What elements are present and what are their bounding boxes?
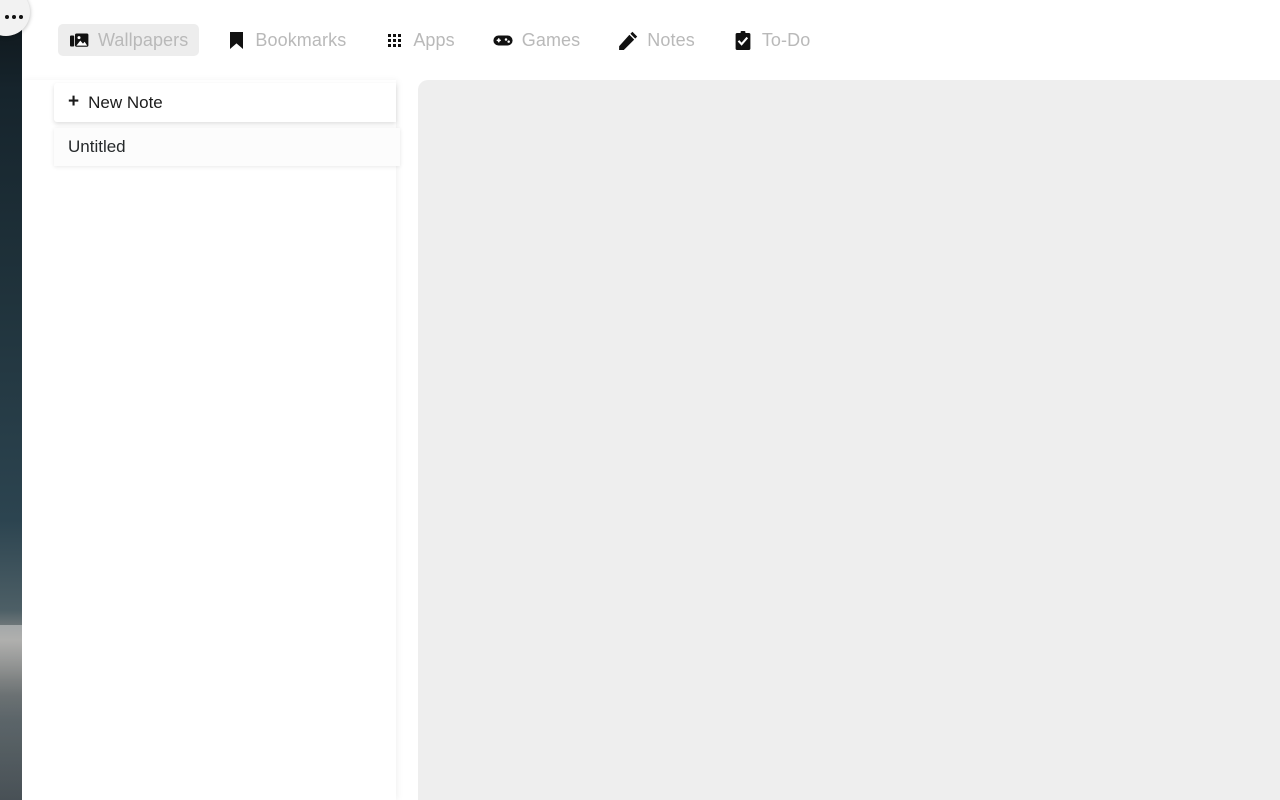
notes-app-window: Wallpapers Bookmarks Apps Games Notes To… xyxy=(0,0,1280,800)
notes-sidebar: + New Note Untitled xyxy=(22,80,400,800)
clipboard-check-icon xyxy=(733,30,753,50)
grid-apps-icon xyxy=(384,30,404,50)
pencil-icon xyxy=(618,30,638,50)
tab-wallpapers[interactable]: Wallpapers xyxy=(58,24,200,56)
new-note-button[interactable]: + New Note xyxy=(54,83,396,122)
tab-notes[interactable]: Notes xyxy=(607,24,706,56)
tab-games[interactable]: Games xyxy=(482,24,592,56)
tab-bookmarks[interactable]: Bookmarks xyxy=(215,24,357,56)
tab-label-notes: Notes xyxy=(647,29,695,50)
ellipsis-icon xyxy=(5,15,23,19)
note-title: Untitled xyxy=(68,137,126,156)
tab-label-games: Games xyxy=(521,29,581,50)
note-list: Untitled xyxy=(54,128,400,166)
plus-icon: + xyxy=(68,91,80,112)
image-icon xyxy=(69,30,89,50)
tab-todo[interactable]: To-Do xyxy=(722,24,822,56)
top-tab-bar: Wallpapers Bookmarks Apps Games Notes To… xyxy=(22,0,1280,80)
desktop-wallpaper-strip xyxy=(0,0,22,800)
tab-label-wallpapers: Wallpapers xyxy=(98,29,189,50)
tab-label-apps: Apps xyxy=(413,29,455,50)
note-editor-panel xyxy=(418,80,1280,800)
wallpaper-mountain-ridge xyxy=(0,625,22,800)
gamepad-icon xyxy=(493,30,513,50)
note-editor-textarea[interactable] xyxy=(418,80,1280,800)
tab-label-bookmarks: Bookmarks xyxy=(255,29,347,50)
list-item[interactable]: Untitled xyxy=(54,128,400,166)
tab-apps[interactable]: Apps xyxy=(373,24,465,56)
new-note-label: New Note xyxy=(88,92,163,112)
app-window: Wallpapers Bookmarks Apps Games Notes To… xyxy=(22,0,1280,800)
bookmark-icon xyxy=(226,30,246,50)
tab-label-todo: To-Do xyxy=(761,29,811,50)
